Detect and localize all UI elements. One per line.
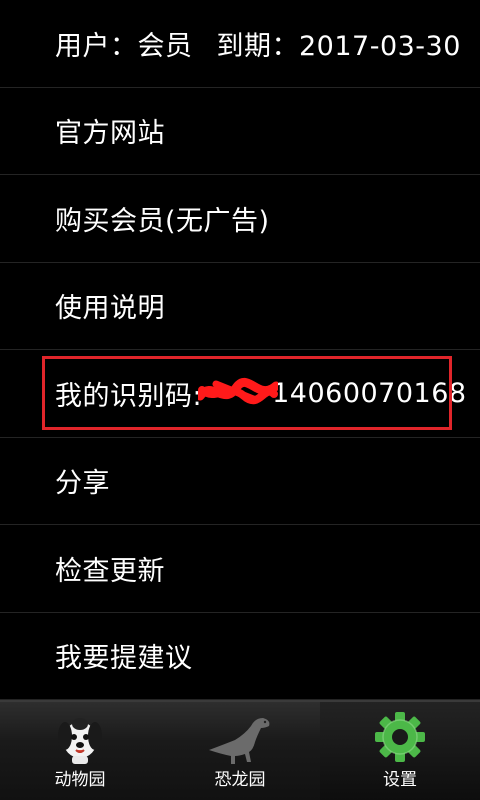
expiry-date-label: 到期：2017-03-30 [216,30,461,62]
tab-settings[interactable]: 设置 [320,702,480,800]
tab-zoo[interactable]: 动物园 [0,702,160,800]
tab-dinosaur-park[interactable]: 恐龙园 [160,702,320,800]
menu-item-device-id[interactable]: 我的识别码: 14060070168 [0,350,480,438]
menu-item-buy-membership[interactable]: 购买会员(无广告) [0,175,480,263]
menu-item-label: 购买会员(无广告) [55,205,270,237]
dinosaur-icon [205,710,275,770]
menu-item-check-update[interactable]: 检查更新 [0,525,480,613]
menu-item-instructions[interactable]: 使用说明 [0,263,480,350]
user-type-label: 用户：会员 [55,30,193,62]
menu-item-label: 我要提建议 [55,643,193,675]
settings-screen: 用户：会员 到期：2017-03-30 官方网站 购买会员(无广告) 使用说明 … [0,0,480,800]
bottom-tab-bar: 动物园 恐龙园 设置 [0,700,480,800]
menu-item-feedback[interactable]: 我要提建议 [0,613,480,700]
menu-item-share[interactable]: 分享 [0,438,480,525]
menu-item-label: 官方网站 [55,118,165,150]
settings-menu: 用户：会员 到期：2017-03-30 官方网站 购买会员(无广告) 使用说明 … [0,0,480,700]
redaction-scribble [198,378,279,408]
menu-item-label: 使用说明 [55,293,165,325]
puppy-icon [52,710,108,770]
menu-item-label: 分享 [55,468,110,500]
gear-icon [373,710,427,768]
tab-label: 设置 [383,770,417,790]
menu-item-official-website[interactable]: 官方网站 [0,88,480,175]
account-status-row: 用户：会员 到期：2017-03-30 [0,0,480,88]
menu-item-label: 检查更新 [55,555,165,587]
